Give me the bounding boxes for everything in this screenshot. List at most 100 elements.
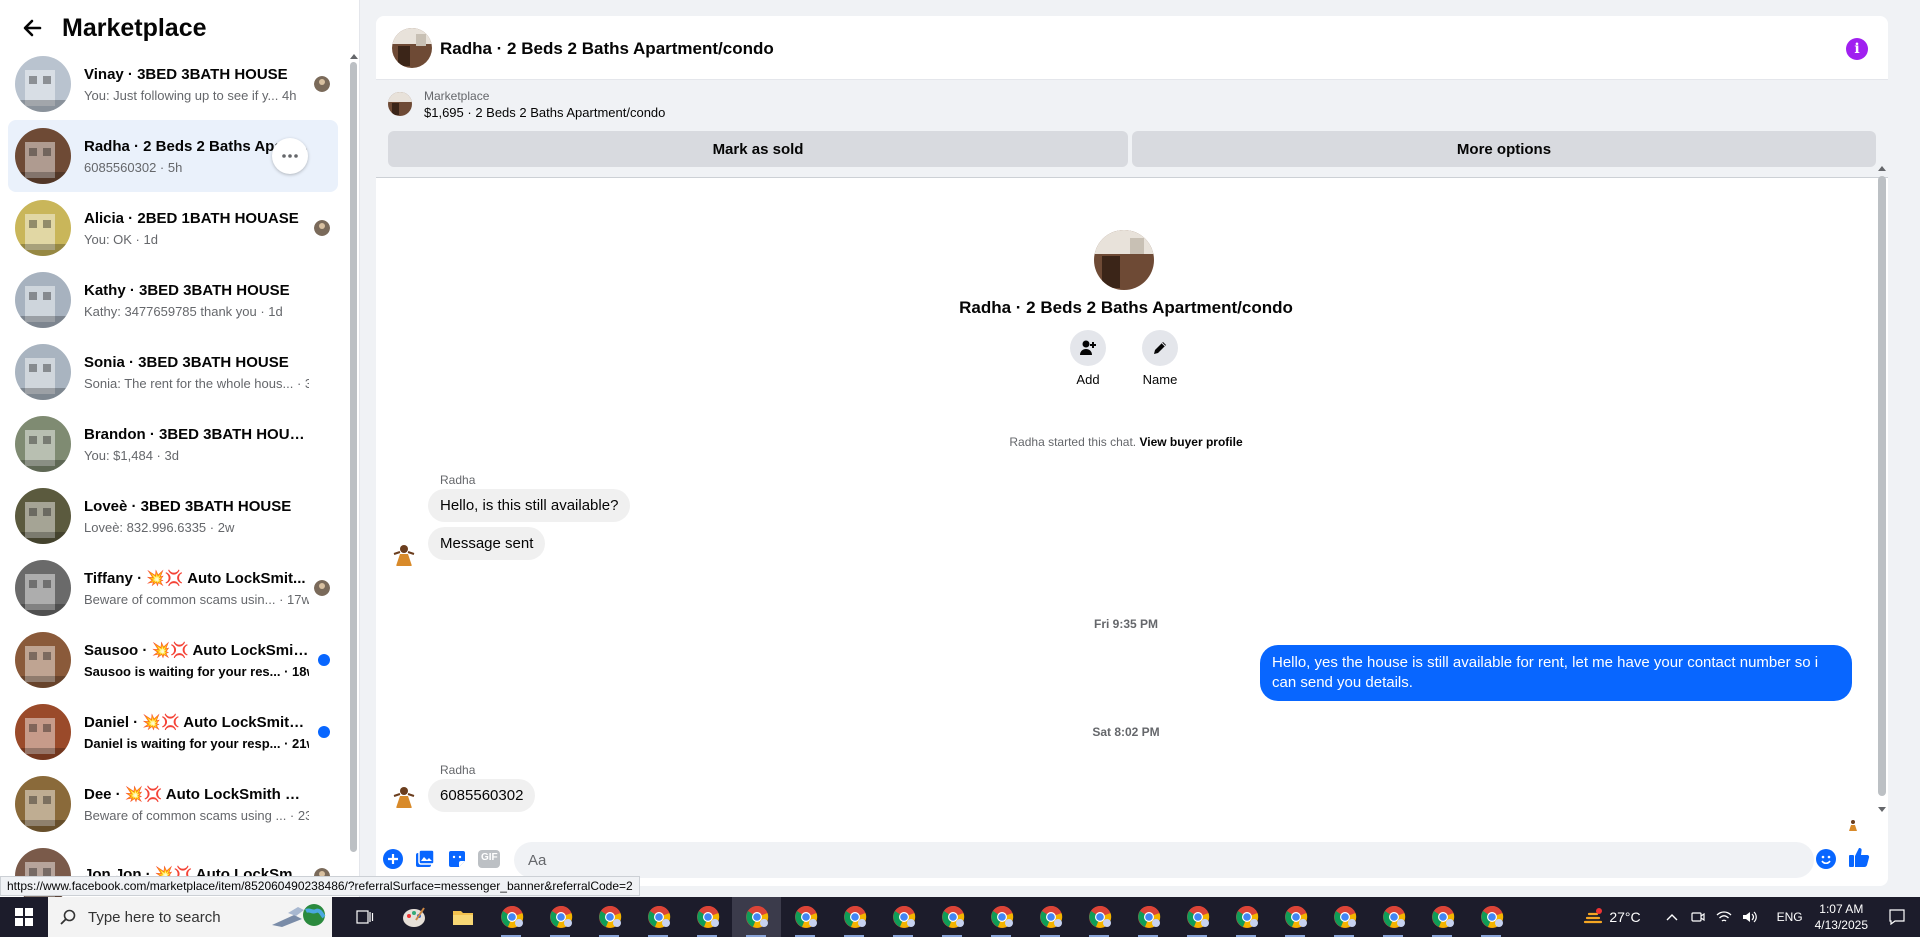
chrome-profile-icon: [941, 905, 964, 928]
taskbar-app-button[interactable]: [438, 897, 487, 937]
info-icon[interactable]: i: [1846, 38, 1868, 60]
conversation-item[interactable]: Brandon · 3BED 3BATH HOUSE You: $1,484 · …: [8, 408, 338, 480]
conversation-text: Loveè · 3BED 3BATH HOUSE Loveè: 832.996.6…: [84, 498, 309, 535]
conversation-preview: Sausoo is waiting for your res... · 18w: [84, 664, 309, 679]
search-placeholder: Type here to search: [88, 908, 221, 926]
gif-button[interactable]: GIF: [478, 848, 500, 870]
taskbar-clock[interactable]: 1:07 AM 4/13/2025: [1815, 901, 1868, 933]
taskbar-app-button[interactable]: [1271, 897, 1320, 937]
more-options-button[interactable]: More options: [1132, 131, 1876, 167]
language-indicator[interactable]: ENG: [1777, 910, 1803, 924]
conversation-more-button[interactable]: [272, 138, 308, 174]
conversation-title: Alicia · 2BED 1BATH HOUASE: [84, 209, 299, 227]
profile-avatar[interactable]: [1094, 230, 1154, 290]
conversation-item[interactable]: Daniel · 💥💢 Auto LockSmith ... Daniel is …: [8, 696, 338, 768]
conversation-title: Dee · 💥💢 Auto LockSmith 💢...: [84, 786, 309, 803]
conversation-item[interactable]: Vinay · 3BED 3BATH HOUSE You: Just follow…: [8, 48, 338, 120]
taskbar-app-button[interactable]: [1222, 897, 1271, 937]
taskbar-app-button[interactable]: [1369, 897, 1418, 937]
chrome-profile-icon: [1088, 905, 1111, 928]
thread-scrollbar[interactable]: [1876, 164, 1888, 814]
conversation-item[interactable]: Loveè · 3BED 3BATH HOUSE Loveè: 832.996.6…: [8, 480, 338, 552]
volume-icon[interactable]: [1739, 910, 1761, 924]
scroll-up-arrow[interactable]: [350, 54, 358, 59]
like-button[interactable]: [1848, 846, 1870, 868]
listing-avatar[interactable]: [392, 28, 432, 68]
emoji-button[interactable]: [1815, 848, 1837, 870]
plus-button[interactable]: [382, 848, 404, 870]
listing-thumbnail[interactable]: [388, 92, 412, 116]
message-bubble-outgoing[interactable]: Hello, yes the house is still available …: [1260, 645, 1852, 701]
paint-app-icon: [402, 907, 425, 927]
taskbar-app-button[interactable]: [585, 897, 634, 937]
wifi-icon[interactable]: [1713, 910, 1735, 924]
chrome-profile-icon: [892, 905, 915, 928]
taskbar-app-button[interactable]: [732, 897, 781, 937]
conversation-item[interactable]: Kathy · 3BED 3BATH HOUSE Kathy: 347765978…: [8, 264, 338, 336]
conversation-avatar: [15, 128, 71, 184]
taskbar-app-button[interactable]: [781, 897, 830, 937]
conversation-title: Kathy · 3BED 3BATH HOUSE: [84, 281, 290, 299]
scroll-up-arrow[interactable]: [1878, 166, 1886, 171]
conversation-item[interactable]: Dee · 💥💢 Auto LockSmith 💢... Beware of co…: [8, 768, 338, 840]
taskbar-app-button[interactable]: [1320, 897, 1369, 937]
back-button[interactable]: [16, 12, 48, 44]
weather-widget[interactable]: 27°C: [1583, 908, 1641, 926]
sender-avatar[interactable]: [390, 540, 418, 568]
view-buyer-profile-link[interactable]: View buyer profile: [1139, 435, 1242, 449]
conversation-text: Sausoo · 💥💢 Auto LockSmit... Sausoo is wa…: [84, 641, 309, 679]
chevron-up-icon[interactable]: [1661, 913, 1683, 921]
mark-as-sold-button[interactable]: Mark as sold: [388, 131, 1128, 167]
task-view-icon: [355, 910, 373, 924]
sticker-button[interactable]: [446, 848, 468, 870]
meet-now-icon[interactable]: [1687, 910, 1709, 924]
chrome-profile-icon: [1480, 905, 1503, 928]
conversation-item[interactable]: Tiffany · 💥💢 Auto LockSmit... Beware of c…: [8, 552, 338, 624]
conversation-avatar: [15, 704, 71, 760]
chrome-icon: [500, 905, 523, 928]
taskbar-app-button[interactable]: [1124, 897, 1173, 937]
taskbar-app-button[interactable]: [830, 897, 879, 937]
taskbar-app-button[interactable]: [536, 897, 585, 937]
taskbar-app-button[interactable]: [634, 897, 683, 937]
taskbar-app-button[interactable]: [879, 897, 928, 937]
photo-button[interactable]: [414, 848, 436, 870]
windows-taskbar: Type here to search 27°C ENG 1:07 AM 4/1…: [0, 897, 1920, 937]
taskbar-app-button[interactable]: [487, 897, 536, 937]
taskbar-app-button[interactable]: [1418, 897, 1467, 937]
message-bubble[interactable]: Hello, is this still available?: [428, 489, 631, 522]
sender-avatar[interactable]: [390, 782, 418, 810]
scrollbar-thumb[interactable]: [350, 62, 357, 852]
message-bubble[interactable]: 6085560302: [428, 779, 536, 812]
conversation-title: Brandon · 3BED 3BATH HOUSE: [84, 425, 309, 443]
taskbar-app-button[interactable]: [1026, 897, 1075, 937]
start-button[interactable]: [0, 897, 48, 937]
add-button[interactable]: Add: [1058, 330, 1118, 387]
message-bubble[interactable]: Message sent: [428, 527, 546, 560]
conversation-title: Daniel · 💥💢 Auto LockSmith ...: [84, 714, 309, 731]
conversation-title: Tiffany · 💥💢 Auto LockSmit...: [84, 570, 306, 587]
taskbar-app-button[interactable]: [1467, 897, 1516, 937]
conversation-item[interactable]: Sausoo · 💥💢 Auto LockSmit... Sausoo is wa…: [8, 624, 338, 696]
seen-avatar-icon: [314, 580, 330, 601]
taskbar-search[interactable]: Type here to search: [48, 897, 332, 937]
conversation-item[interactable]: Alicia · 2BED 1BATH HOUASE You: OK · 1d: [8, 192, 338, 264]
taskbar-app-button[interactable]: [928, 897, 977, 937]
conversation-item[interactable]: Sonia · 3BED 3BATH HOUSE Sonia: The rent …: [8, 336, 338, 408]
scroll-down-arrow[interactable]: [1878, 807, 1886, 812]
taskbar-app-button[interactable]: [340, 897, 389, 937]
taskbar-app-button[interactable]: [977, 897, 1026, 937]
conversation-item[interactable]: Radha · 2 Beds 2 Baths Apartment/condo60…: [8, 120, 338, 192]
name-button[interactable]: Name: [1130, 330, 1190, 387]
banner-label: Marketplace: [424, 89, 490, 103]
message-input[interactable]: [514, 842, 1814, 878]
chrome-profile-icon: [1039, 905, 1062, 928]
taskbar-app-button[interactable]: [1173, 897, 1222, 937]
taskbar-app-button[interactable]: [1075, 897, 1124, 937]
notifications-button[interactable]: [1882, 909, 1912, 925]
scrollbar-thumb[interactable]: [1878, 176, 1886, 796]
taskbar-app-button[interactable]: [389, 897, 438, 937]
taskbar-app-button[interactable]: [683, 897, 732, 937]
listing-price-title[interactable]: $1,695 · 2 Beds 2 Baths Apartment/condo: [424, 105, 665, 120]
sidebar-scrollbar[interactable]: [349, 52, 358, 872]
